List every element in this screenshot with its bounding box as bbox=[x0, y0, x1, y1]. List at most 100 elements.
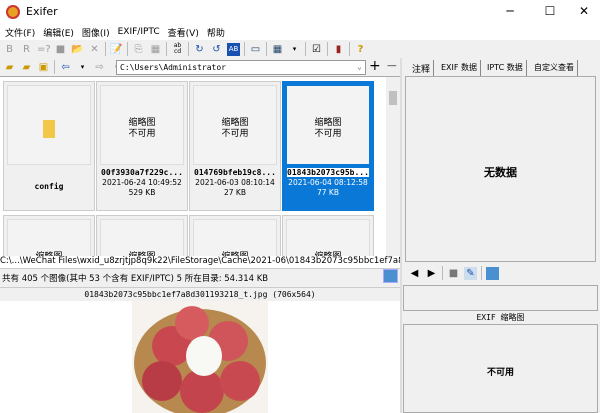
save-icon[interactable]: ■ bbox=[447, 267, 460, 280]
image-view-icon[interactable] bbox=[383, 269, 398, 283]
thumbnail-name: 014769bfeb19c8... bbox=[194, 168, 276, 177]
separator bbox=[327, 42, 328, 56]
image-icon[interactable] bbox=[486, 266, 499, 280]
tab-iptc-data[interactable]: IPTC 数据 bbox=[484, 60, 527, 76]
view-grid-icon[interactable]: ▦ bbox=[271, 43, 284, 56]
separator bbox=[54, 60, 55, 74]
slideshow-icon[interactable]: ▭ bbox=[249, 43, 262, 56]
thumbnail-item[interactable]: config bbox=[3, 81, 95, 211]
preview-title: 01843b2073c95bbc1ef7a8d301193218_t.jpg (… bbox=[0, 287, 400, 301]
thumbnail-info: config bbox=[4, 182, 94, 192]
bold-icon[interactable]: B bbox=[3, 43, 16, 56]
thumbnail-item[interactable]: 缩略图 bbox=[282, 215, 374, 256]
close-button[interactable]: ✕ bbox=[566, 0, 600, 24]
help-icon[interactable]: ? bbox=[354, 43, 367, 56]
app-icon bbox=[6, 5, 20, 19]
ab-icon[interactable]: AB bbox=[227, 42, 240, 56]
window-title: Exifer bbox=[26, 5, 58, 18]
menu-exif-iptc[interactable]: EXIF/IPTC bbox=[118, 27, 160, 37]
main-toolbar: B R =? ■ 📂 ✕ 📝 ⎘ ▦ ab cd ↻ ↺ AB ▭ ▦ ▾ ☑ … bbox=[0, 40, 600, 58]
unavailable-label: 不可用 bbox=[486, 368, 514, 378]
menu-help[interactable]: 帮助 bbox=[207, 26, 225, 39]
scrollbar[interactable] bbox=[386, 77, 400, 256]
exif-thumbnail-title: EXIF 缩略图 bbox=[476, 313, 525, 322]
menu-edit[interactable]: 编辑(E) bbox=[43, 26, 74, 39]
tab-comment[interactable]: 注释 bbox=[409, 60, 435, 76]
thumbnail-item-selected[interactable]: 缩略图 不可用 01843b2073c95b... 2021-06-04 08:1… bbox=[282, 81, 374, 211]
thumbnail-item[interactable]: 缩略图 不可用 014769bfeb19c8... 2021-06-03 08:1… bbox=[189, 81, 281, 211]
abcd-icon[interactable]: ab cd bbox=[171, 42, 184, 56]
tab-exif-data[interactable]: EXIF 数据 bbox=[438, 60, 482, 76]
thumbnail-image: 缩略图 bbox=[286, 219, 370, 256]
separator bbox=[188, 42, 189, 56]
no-data-label: 无数据 bbox=[484, 166, 517, 179]
thumbnail-date: 2021-06-24 10:49:52 bbox=[102, 178, 182, 187]
preview-pane bbox=[0, 301, 400, 413]
path-combobox[interactable]: C:\Users\Administrator ⌄ bbox=[116, 60, 366, 75]
prev-icon[interactable]: ◀ bbox=[408, 267, 421, 280]
minimize-button[interactable]: ─ bbox=[492, 0, 528, 24]
thumbnail-image: 缩略图 不可用 bbox=[286, 85, 370, 165]
chevron-down-icon[interactable]: ▾ bbox=[288, 43, 301, 56]
forward-icon[interactable]: ⇨ bbox=[93, 61, 106, 74]
separator bbox=[349, 42, 350, 56]
menu-image[interactable]: 图像(I) bbox=[82, 26, 110, 39]
exif-thumbnail-box: 不可用 bbox=[403, 324, 598, 413]
splitter[interactable] bbox=[400, 58, 402, 413]
properties-icon[interactable]: ☑ bbox=[310, 43, 323, 56]
chevron-down-icon[interactable]: ▾ bbox=[76, 61, 89, 74]
thumbnail-info: 014769bfeb19c8... 2021-06-03 08:10:14 27 K… bbox=[190, 168, 280, 198]
menu-bar: 文件(F) 编辑(E) 图像(I) EXIF/IPTC 查看(V) 帮助 bbox=[0, 24, 600, 40]
scrollbar-thumb[interactable] bbox=[389, 91, 397, 105]
remove-path-button[interactable]: − bbox=[386, 58, 398, 74]
separator bbox=[481, 266, 482, 280]
thumbnail-size: 27 KB bbox=[224, 188, 246, 197]
path-value: C:\Users\Administrator bbox=[120, 63, 226, 72]
thumbnail-image: 缩略图 bbox=[100, 219, 184, 256]
chevron-down-icon[interactable]: ⌄ bbox=[357, 62, 362, 71]
thumbnail-date: 2021-06-03 08:10:14 bbox=[195, 178, 275, 187]
exit-icon[interactable]: ▮ bbox=[332, 43, 345, 56]
file-path: C:\...\WeChat Files\wxid_u8zrjtjp8q9k22\… bbox=[0, 256, 400, 268]
thumbnail-name: 00f3930a7f229c... bbox=[101, 168, 183, 177]
document-icon[interactable]: ✎ bbox=[464, 266, 477, 280]
open-folder-icon[interactable]: 📂 bbox=[71, 43, 84, 56]
tab-custom-view[interactable]: 自定义查看 bbox=[531, 60, 578, 76]
back-icon[interactable]: ⇦ bbox=[59, 61, 72, 74]
compare-icon[interactable]: =? bbox=[37, 43, 51, 56]
thumbnail-image bbox=[7, 85, 91, 165]
separator bbox=[442, 266, 443, 280]
separator bbox=[127, 42, 128, 56]
open-folder-icon[interactable]: ▰ bbox=[3, 61, 16, 74]
save-icon[interactable]: ■ bbox=[54, 43, 67, 56]
new-folder-icon[interactable]: ▰ bbox=[20, 61, 33, 74]
parent-folder-icon[interactable]: ▣ bbox=[37, 61, 50, 74]
separator bbox=[305, 42, 306, 56]
separator bbox=[244, 42, 245, 56]
maximize-button[interactable]: ☐ bbox=[532, 0, 568, 24]
thumbnail-item[interactable]: 缩略图 bbox=[96, 215, 188, 256]
thumbnail-size: 529 KB bbox=[128, 188, 156, 197]
add-path-button[interactable]: + bbox=[369, 58, 381, 74]
edit-icon[interactable]: 📝 bbox=[110, 43, 123, 56]
thumbnail-info: 01843b2073c95b... 2021-06-04 08:12:58 77 K… bbox=[283, 168, 373, 198]
rotate-right-icon[interactable]: ↻ bbox=[193, 43, 206, 56]
status-bar: 共有 405 个图像(其中 53 个含有 EXIF/IPTC) 5 所在目录: … bbox=[0, 268, 400, 284]
thumbnail-item[interactable]: 缩略图 bbox=[189, 215, 281, 256]
separator bbox=[105, 42, 106, 56]
delete-icon[interactable]: ✕ bbox=[88, 43, 101, 56]
menu-view[interactable]: 查看(V) bbox=[168, 26, 199, 39]
thumbnail-image: 缩略图 bbox=[7, 219, 91, 256]
next-icon[interactable]: ▶ bbox=[425, 267, 438, 280]
menu-file[interactable]: 文件(F) bbox=[5, 26, 35, 39]
thumbnail-item[interactable]: 缩略图 bbox=[3, 215, 95, 256]
rotate-left-icon[interactable]: ↺ bbox=[210, 43, 223, 56]
copy-icon[interactable]: ⎘ bbox=[132, 43, 145, 56]
rename-icon[interactable]: R bbox=[20, 43, 33, 56]
thumbnail-item[interactable]: 缩略图 不可用 00f3930a7f229c... 2021-06-24 10:4… bbox=[96, 81, 188, 211]
right-toolbar: ◀ ▶ ■ ✎ bbox=[405, 264, 499, 282]
thumbnail-name: 01843b2073c95b... bbox=[287, 168, 369, 177]
thumbnail-grid: config 缩略图 不可用 00f3930a7f229c... 2021-06-… bbox=[0, 76, 400, 256]
table-icon[interactable]: ▦ bbox=[149, 43, 162, 56]
thumbnail-image: 缩略图 bbox=[193, 219, 277, 256]
